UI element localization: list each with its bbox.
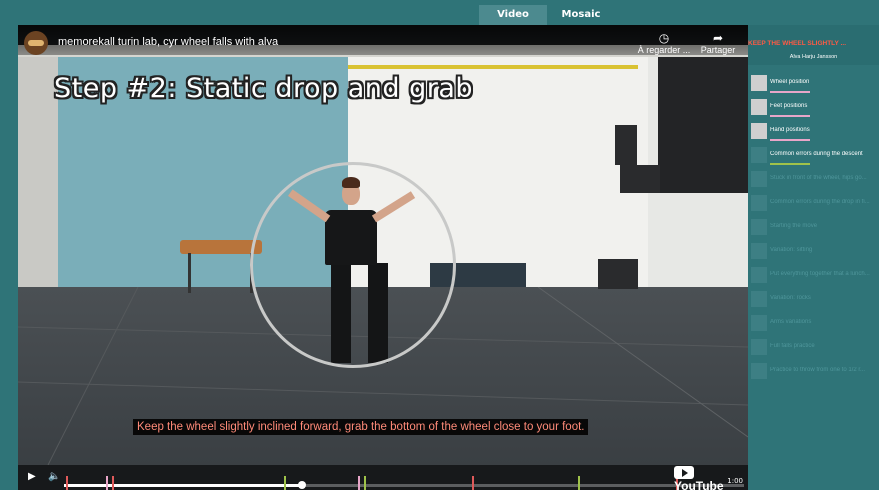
top-tab-bar: Video Mosaic — [0, 0, 879, 25]
sidebar-item-label: Hand positions — [770, 127, 810, 133]
video-title-bar: memorekall turin lab, cyr wheel falls wi… — [18, 25, 748, 55]
time-display: 1:00 — [727, 477, 743, 485]
sidebar-item-label: Common errors during the descent — [770, 151, 863, 157]
annotation-sidebar: KEEP THE WHEEL SLIGHTLY ... Alva Harju J… — [748, 25, 879, 490]
chapter-marker[interactable] — [358, 476, 360, 490]
sidebar-item[interactable]: Full falls practice — [748, 337, 879, 359]
play-icon[interactable]: ▶ — [28, 471, 36, 482]
video-player[interactable]: memorekall turin lab, cyr wheel falls wi… — [18, 25, 748, 490]
sidebar-item[interactable]: Variation: sitting — [748, 241, 879, 263]
speaker — [598, 259, 638, 289]
share-arrow-icon: ➦ — [712, 31, 724, 45]
sidebar-item-label: Variation: sitting — [770, 247, 813, 253]
sidebar-item-thumbnail — [751, 219, 767, 235]
sidebar-item[interactable]: Starting the move — [748, 217, 879, 239]
sidebar-item-thumbnail — [751, 195, 767, 211]
sidebar-item-label: Full falls practice — [770, 343, 815, 349]
sidebar-item[interactable]: Arms variations — [748, 313, 879, 335]
sidebar-item[interactable]: Stuck in front of the wheel, hips go... — [748, 169, 879, 191]
sidebar-item-label: Wheel position — [770, 79, 810, 85]
share-button[interactable]: ➦ Partager — [688, 31, 748, 55]
yellow-pipe — [348, 65, 638, 69]
bench-leg — [188, 253, 191, 293]
progress-fill — [64, 484, 302, 487]
black-curtain — [658, 53, 748, 193]
cyr-wheel — [250, 162, 456, 368]
step-title-overlay: Step #2: Static drop and grab — [54, 73, 474, 104]
speaker — [615, 125, 637, 165]
clock-icon: ◷ — [658, 31, 670, 45]
subtitle-caption: Keep the wheel slightly inclined forward… — [133, 419, 589, 435]
sidebar-item-thumbnail — [751, 147, 767, 163]
sidebar-item-label: Starting the move — [770, 223, 818, 229]
video-title[interactable]: memorekall turin lab, cyr wheel falls wi… — [58, 36, 278, 48]
chapter-marker[interactable] — [66, 476, 68, 490]
sidebar-item-thumbnail — [751, 363, 767, 379]
sidebar-item-label: Practice to throw from one to 1/2 r... — [770, 367, 866, 373]
chapter-marker[interactable] — [106, 476, 108, 490]
channel-avatar[interactable] — [24, 31, 48, 55]
youtube-wordmark: YouTube — [674, 479, 724, 490]
chapter-marker[interactable] — [472, 476, 474, 490]
sidebar-item-underline — [770, 139, 810, 141]
sidebar-item[interactable]: Common errors during the descent — [748, 145, 879, 167]
watch-later-button[interactable]: ◷ À regarder ... — [634, 31, 694, 55]
sidebar-item-thumbnail — [751, 243, 767, 259]
sidebar-item-underline — [770, 163, 810, 165]
sidebar-header: KEEP THE WHEEL SLIGHTLY ... Alva Harju J… — [748, 25, 879, 65]
sidebar-item-thumbnail — [751, 99, 767, 115]
sidebar-item-label: Arms variations — [770, 319, 812, 325]
tab-video[interactable]: Video — [479, 5, 547, 25]
sidebar-author: Alva Harju Jansson — [789, 54, 838, 60]
sidebar-item-label: Stuck in front of the wheel, hips go... — [770, 175, 867, 181]
sidebar-item[interactable]: Practice to throw from one to 1/2 r... — [748, 361, 879, 383]
chapter-marker[interactable] — [578, 476, 580, 490]
sidebar-item[interactable]: Put everything together that a lunch... — [748, 265, 879, 287]
video-frame[interactable]: memorekall turin lab, cyr wheel falls wi… — [18, 25, 748, 465]
share-label: Partager — [700, 45, 736, 55]
sidebar-item-underline — [770, 91, 810, 93]
sidebar-item[interactable]: Hand positions — [748, 121, 879, 143]
progress-bar[interactable] — [64, 476, 744, 490]
sidebar-item-thumbnail — [751, 315, 767, 331]
watch-later-label: À regarder ... — [637, 45, 691, 55]
youtube-play-icon — [674, 466, 694, 480]
left-wall-frame — [18, 45, 58, 315]
app-window: Video Mosaic memorekall turin lab, cyr w… — [0, 0, 879, 490]
chapter-marker[interactable] — [112, 476, 114, 490]
gym-bench — [180, 240, 262, 254]
sidebar-title[interactable]: KEEP THE WHEEL SLIGHTLY ... — [748, 40, 879, 47]
sidebar-item[interactable]: Wheel position — [748, 73, 879, 95]
sidebar-item-label: Feet positions — [770, 103, 808, 109]
sidebar-item-thumbnail — [751, 171, 767, 187]
sidebar-item-label: Variation: rocks — [770, 295, 811, 301]
tab-mosaic[interactable]: Mosaic — [547, 5, 615, 25]
chapter-marker[interactable] — [284, 476, 286, 490]
player-controls: ▶ 🔈 YouTube 1:00 — [18, 465, 748, 490]
sidebar-item-label: Put everything together that a lunch... — [770, 271, 870, 277]
sidebar-item-thumbnail — [751, 339, 767, 355]
sidebar-item-thumbnail — [751, 291, 767, 307]
speaker — [620, 165, 660, 193]
sidebar-item-thumbnail — [751, 75, 767, 91]
progress-knob[interactable] — [298, 481, 306, 489]
sidebar-item-thumbnail — [751, 267, 767, 283]
sidebar-item[interactable]: Feet positions — [748, 97, 879, 119]
sidebar-item[interactable]: Common errors during the drop in fi... — [748, 193, 879, 215]
sidebar-item-thumbnail — [751, 123, 767, 139]
sidebar-item[interactable]: Variation: rocks — [748, 289, 879, 311]
sidebar-item-underline — [770, 115, 810, 117]
chapter-marker[interactable] — [364, 476, 366, 490]
volume-icon[interactable]: 🔈 — [48, 471, 60, 482]
sidebar-item-label: Common errors during the drop in fi... — [770, 199, 870, 205]
